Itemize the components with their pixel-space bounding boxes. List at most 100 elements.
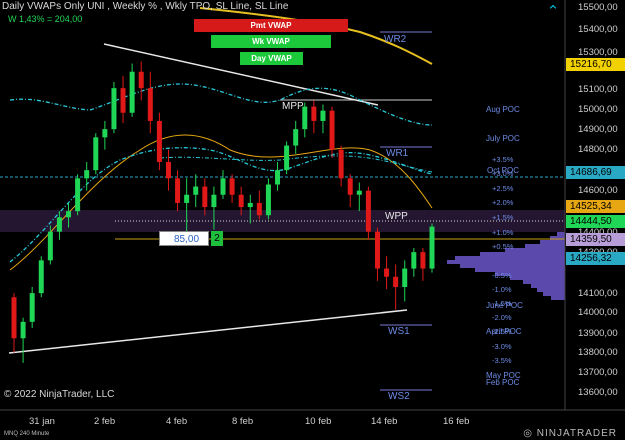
volume-profile-bar <box>523 280 565 284</box>
candle-body <box>238 194 244 208</box>
day-vwap-button[interactable]: Day VWAP <box>240 52 303 65</box>
volume-profile-bar <box>557 232 565 236</box>
candle-body <box>175 178 181 203</box>
percent-level-label: +1.0% <box>492 228 514 237</box>
candle-body <box>247 202 253 208</box>
y-tick-label: 13800,00 <box>578 347 618 358</box>
candle-body <box>256 202 262 216</box>
percent-level-label: -3.0% <box>492 342 512 351</box>
candle-body <box>365 190 371 232</box>
price-badge: 14444,50 <box>566 215 625 228</box>
volume-profile-bar <box>475 268 565 272</box>
percent-level-label: +2.5% <box>492 184 514 193</box>
y-tick-label: 13900,00 <box>578 328 618 339</box>
candle-body <box>384 268 390 277</box>
percent-level-label: -1.0% <box>492 285 512 294</box>
instrument-label: MNQ 240 Minute <box>4 431 50 437</box>
volume-profile-bar <box>460 264 565 268</box>
y-tick-label: 13700,00 <box>578 367 618 378</box>
candle-body <box>56 217 62 232</box>
candle-body <box>402 268 408 287</box>
percent-level-label: +3.0% <box>492 169 514 178</box>
candle-body <box>102 129 108 138</box>
y-tick-label: 15100,00 <box>578 84 618 95</box>
candle-body <box>111 88 117 130</box>
y-tick-label: 14600,00 <box>578 185 618 196</box>
x-tick-label: 14 feb <box>371 416 398 427</box>
candle-body <box>202 186 208 208</box>
volume-profile-bar <box>540 240 565 244</box>
candle-body <box>20 321 26 339</box>
mpp-label: MPP <box>282 101 304 112</box>
candle-body <box>293 129 299 146</box>
candle-body <box>338 149 344 179</box>
x-tick-label: 16 feb <box>443 416 470 427</box>
candle-body <box>11 297 17 339</box>
wpp-label: WPP <box>385 211 408 222</box>
candle-body <box>284 145 290 171</box>
percent-level-label: +1.5% <box>492 213 514 222</box>
y-tick-label: 14800,00 <box>578 144 618 155</box>
price-chart[interactable] <box>0 0 625 440</box>
chart-window: Daily VWAPs Only UNI , Weekly % , Wkly T… <box>0 0 625 440</box>
ws2-label: WS2 <box>388 391 410 402</box>
pmt-vwap-button[interactable]: Pmt VWAP <box>194 19 348 32</box>
price-badge: 14686,69 <box>566 166 625 179</box>
candle-body <box>229 178 235 195</box>
candle-body <box>320 110 326 121</box>
candle-body <box>374 231 380 269</box>
volume-profile-bar <box>551 296 565 300</box>
collapse-chevron-icon[interactable]: ⌃ <box>545 4 561 20</box>
volume-profile-bar <box>543 292 565 296</box>
percent-level-label: -3.5% <box>492 356 512 365</box>
volume-profile-bar <box>505 248 565 252</box>
weekly-percent-label: W 1,43% = 204,00 <box>8 14 83 24</box>
y-tick-label: 13600,00 <box>578 387 618 398</box>
logo-text: NINJATRADER <box>536 428 617 439</box>
candle-body <box>29 293 35 322</box>
percent-level-label: +0.5% <box>492 242 514 251</box>
wk-vwap-button[interactable]: Wk VWAP <box>211 35 331 48</box>
volume-profile-bar <box>531 284 565 288</box>
upper-cyan-band <box>9 83 433 126</box>
quantity-step-button[interactable]: 2 <box>211 231 223 246</box>
wr1-label: WR1 <box>386 148 409 159</box>
price-badge: 14256,32 <box>566 252 625 265</box>
candle-body <box>429 226 435 269</box>
candle-body <box>156 120 162 162</box>
candle-body <box>165 161 171 179</box>
y-tick-label: 14000,00 <box>578 307 618 318</box>
candle-body <box>393 276 399 287</box>
volume-profile-bar <box>455 256 565 260</box>
candle-body <box>193 186 199 195</box>
volume-profile-bar <box>525 244 565 248</box>
x-tick-label: 4 feb <box>166 416 188 427</box>
candle-body <box>120 88 126 113</box>
july-poc-label: July POC <box>486 134 520 143</box>
x-tick-label: 2 feb <box>94 416 116 427</box>
x-tick-label: 8 feb <box>232 416 254 427</box>
candle-body <box>211 194 217 208</box>
y-tick-label: 14100,00 <box>578 288 618 299</box>
quantity-input[interactable]: 85,00 <box>159 231 209 246</box>
y-tick-label: 15300,00 <box>578 47 618 58</box>
candle-body <box>147 88 153 121</box>
lower-trendline <box>8 309 408 354</box>
logo-mark-icon: ◎ <box>523 428 537 439</box>
candle-body <box>411 252 417 269</box>
feb-poc-label: Feb POC <box>486 378 520 387</box>
percent-level-label: -2.0% <box>492 313 512 322</box>
candle-body <box>138 71 144 89</box>
candle-body <box>184 194 190 203</box>
candle-body <box>129 71 135 113</box>
wpp-zone <box>0 210 565 232</box>
candle-body <box>66 211 72 218</box>
volume-profile-bar <box>480 252 565 256</box>
x-tick-label: 10 feb <box>305 416 332 427</box>
volume-profile-bar <box>510 276 565 280</box>
candle-body <box>265 184 271 216</box>
candle-body <box>356 190 362 195</box>
candle-body <box>275 170 281 185</box>
candle-body <box>420 252 426 269</box>
chart-title: Daily VWAPs Only UNI , Weekly % , Wkly T… <box>2 1 289 12</box>
